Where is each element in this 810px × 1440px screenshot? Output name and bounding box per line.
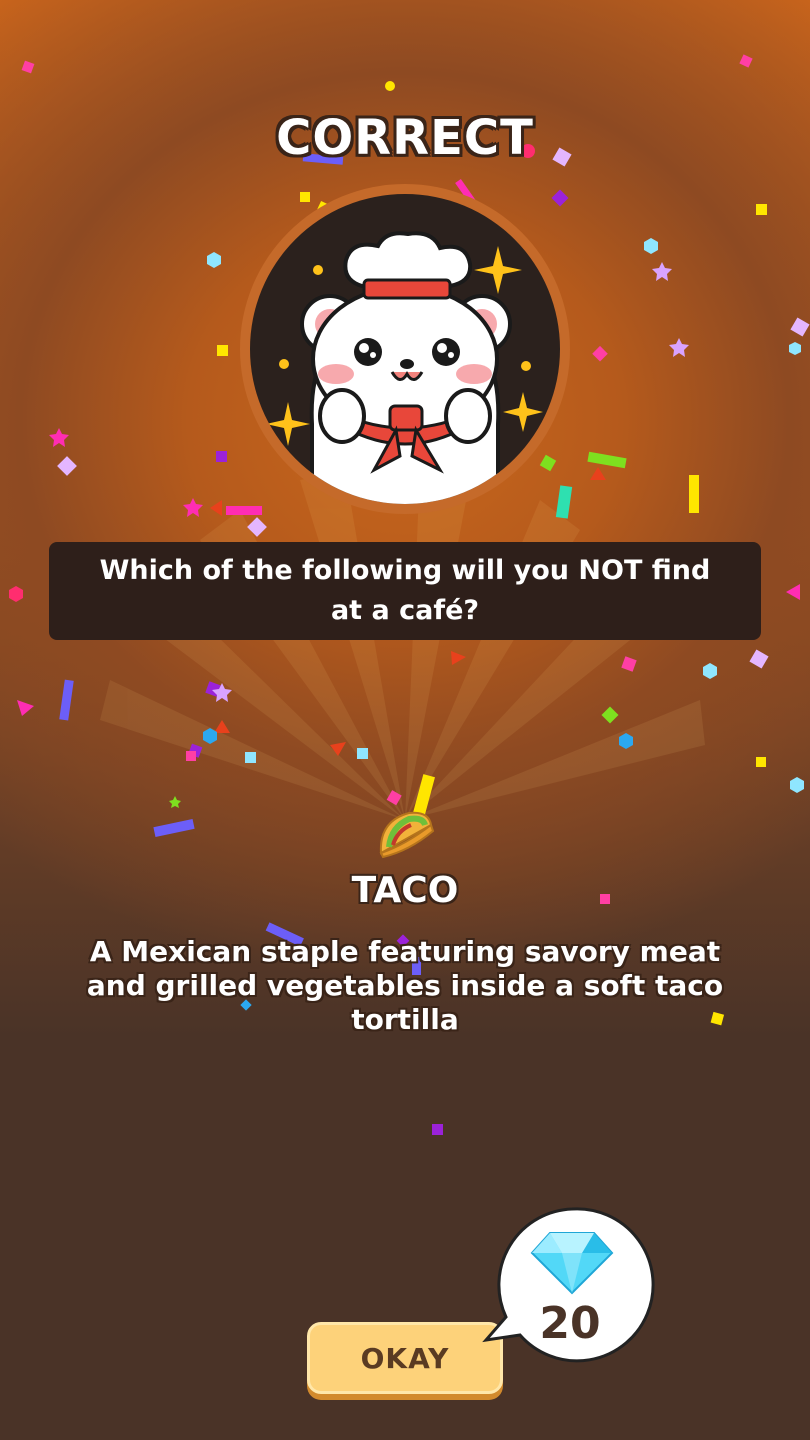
okay-button[interactable]: OKAY (307, 1322, 503, 1394)
question-text: Which of the following will you NOT find… (99, 555, 711, 626)
taco-icon (379, 811, 435, 859)
reward-amount: 20 (539, 1298, 601, 1349)
answer-description: A Mexican staple featuring savory meat a… (86, 935, 724, 1036)
answer-name: TACO (351, 870, 459, 911)
question-panel: Which of the following will you NOT find… (49, 542, 761, 640)
result-title: CORRECT (276, 110, 534, 166)
chef-bear-avatar (250, 194, 560, 504)
